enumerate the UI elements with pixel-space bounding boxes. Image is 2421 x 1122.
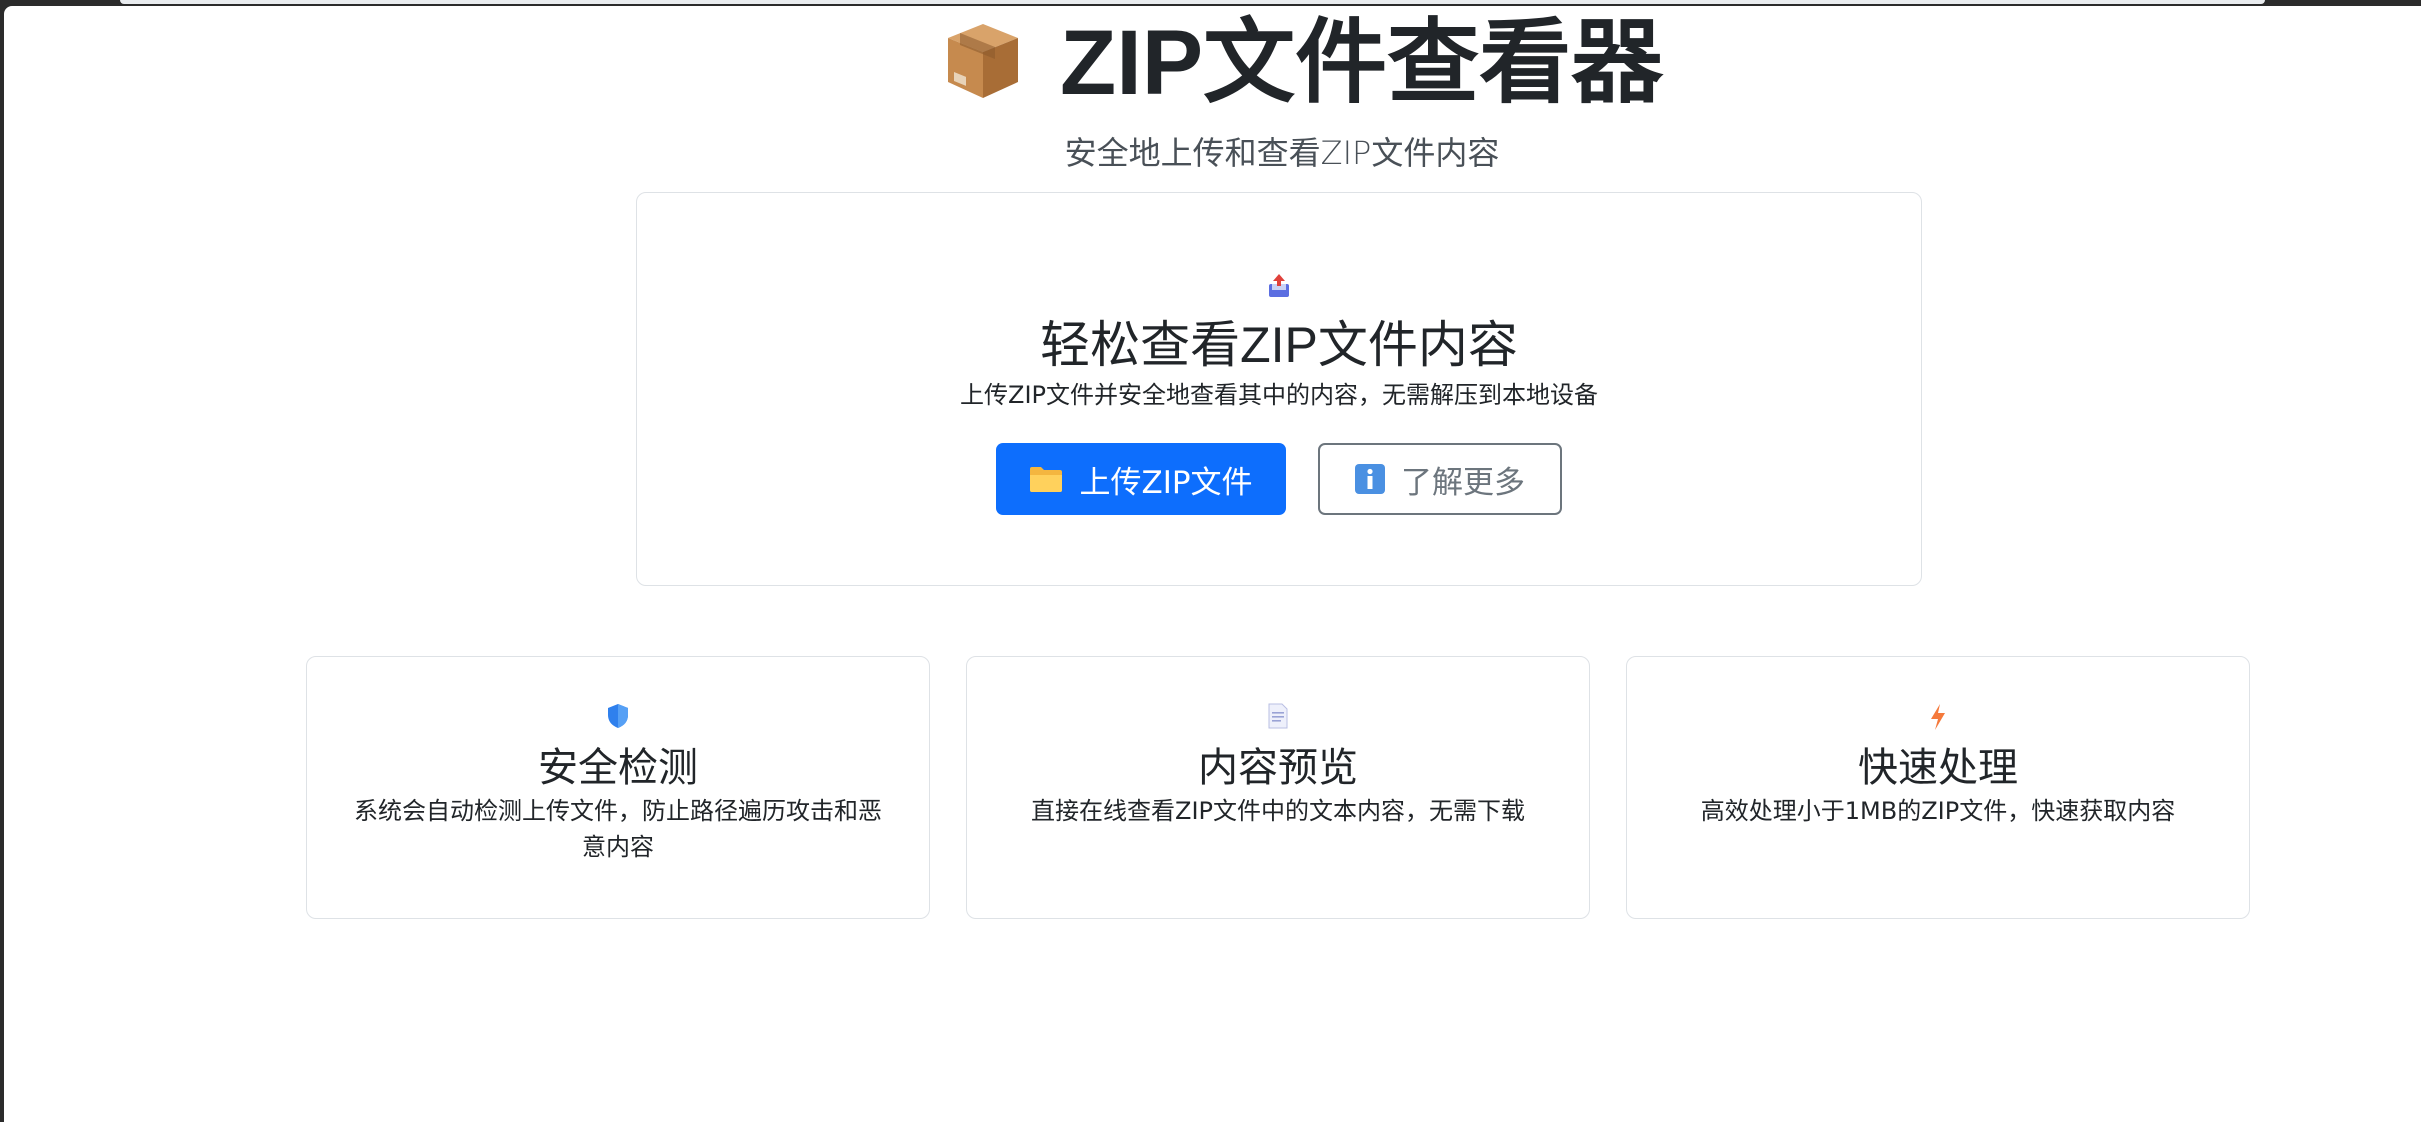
title-row: ZIP文件查看器	[944, 12, 1664, 114]
info-icon	[1355, 464, 1385, 494]
hero-description: 上传ZIP文件并安全地查看其中的内容，无需解压到本地设备	[960, 381, 1598, 409]
upload-inbox-icon	[637, 273, 1921, 299]
package-box-icon	[944, 20, 1022, 106]
upload-zip-label: 上传ZIP文件	[1079, 464, 1253, 501]
hero-buttons: 上传ZIP文件 了解更多	[637, 443, 1921, 515]
shield-icon	[307, 703, 929, 731]
browser-address-strip	[120, 0, 2265, 4]
feature-description: 高效处理小于1MB的ZIP文件，快速获取内容	[1700, 797, 2176, 825]
hero-card: 轻松查看ZIP文件内容 上传ZIP文件并安全地查看其中的内容，无需解压到本地设备…	[636, 192, 1922, 586]
feature-title: 安全检测	[538, 746, 698, 790]
feature-title: 快速处理	[1858, 746, 2018, 790]
feature-card-security: 安全检测 系统会自动检测上传文件，防止路径遍历攻击和恶意内容	[306, 656, 930, 919]
learn-more-button[interactable]: 了解更多	[1318, 443, 1562, 515]
lightning-icon	[1627, 703, 2249, 731]
learn-more-label: 了解更多	[1401, 464, 1525, 501]
upload-zip-button[interactable]: 上传ZIP文件	[996, 443, 1286, 515]
feature-description: 系统会自动检测上传文件，防止路径遍历攻击和恶意内容	[354, 797, 882, 861]
feature-title: 内容预览	[1198, 746, 1358, 790]
page: ZIP文件查看器 安全地上传和查看ZIP文件内容 轻松查看ZIP文件内容 上传Z…	[4, 6, 2421, 1122]
page-title: ZIP文件查看器	[1060, 12, 1664, 114]
feature-description: 直接在线查看ZIP文件中的文本内容，无需下载	[1031, 797, 1525, 825]
hero-title: 轻松查看ZIP文件内容	[1040, 317, 1518, 373]
page-subtitle: 安全地上传和查看ZIP文件内容	[1064, 134, 1500, 172]
folder-icon	[1029, 465, 1063, 493]
feature-card-preview: 内容预览 直接在线查看ZIP文件中的文本内容，无需下载	[966, 656, 1590, 919]
feature-card-speed: 快速处理 高效处理小于1MB的ZIP文件，快速获取内容	[1626, 656, 2250, 919]
document-icon	[967, 703, 1589, 731]
